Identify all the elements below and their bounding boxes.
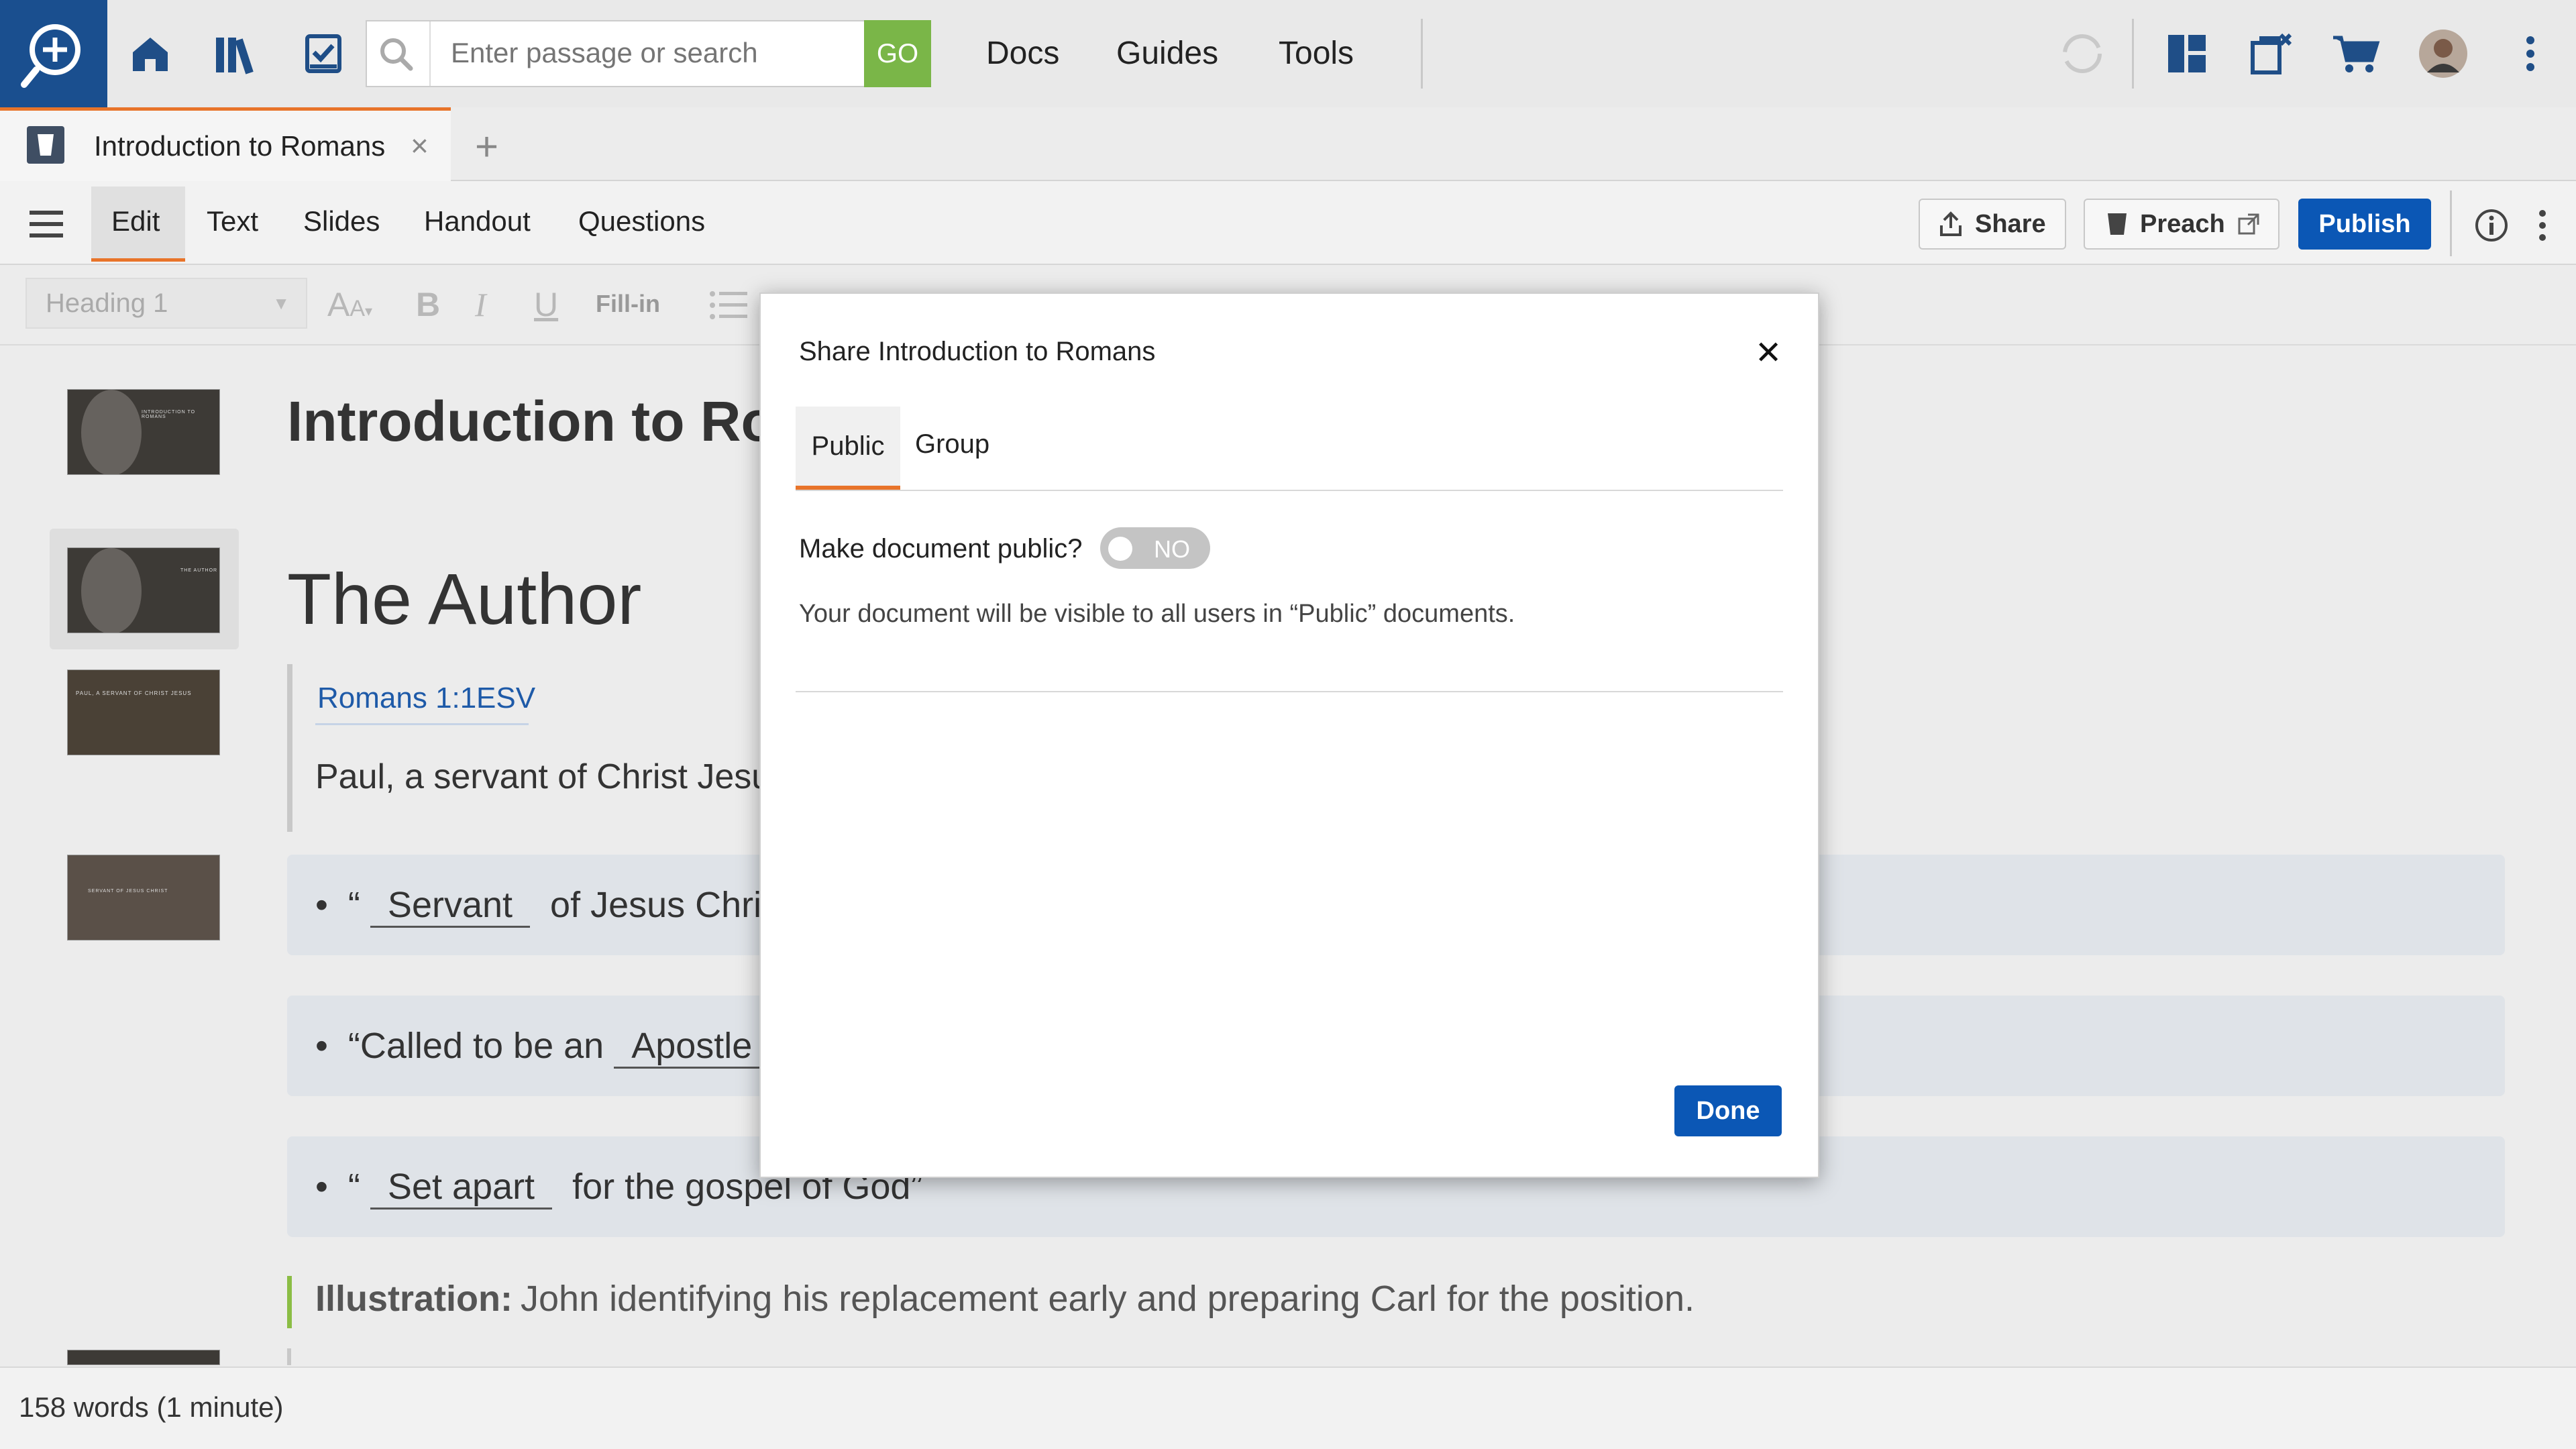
share-dialog bbox=[759, 292, 1819, 1178]
tab-group[interactable]: Group bbox=[915, 429, 989, 460]
dialog-tabs-divider bbox=[796, 490, 1783, 491]
public-description: Your document will be visible to all use… bbox=[799, 600, 1515, 628]
dialog-section-divider bbox=[796, 691, 1783, 692]
share-dialog-title: Share Introduction to Romans bbox=[799, 337, 1156, 366]
done-button[interactable]: Done bbox=[1674, 1085, 1782, 1136]
toggle-state-label: NO bbox=[1154, 535, 1190, 563]
make-public-label: Make document public? bbox=[799, 534, 1083, 564]
tab-public[interactable]: Public bbox=[796, 407, 900, 490]
toggle-knob bbox=[1108, 537, 1132, 561]
close-dialog-icon[interactable]: ✕ bbox=[1755, 334, 1782, 372]
